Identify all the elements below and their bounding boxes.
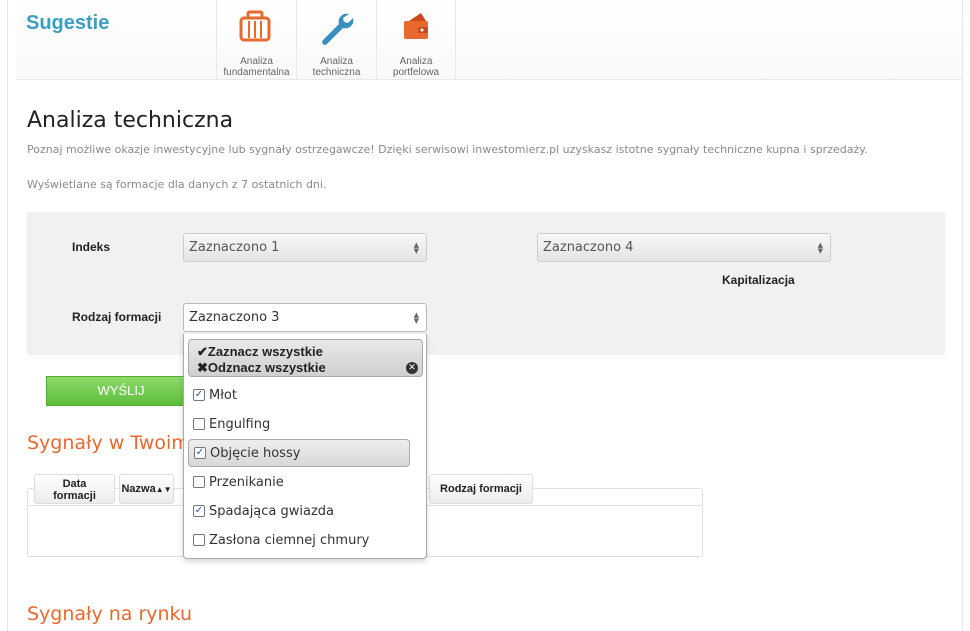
checkbox-checked[interactable]: ✓ [193,505,205,517]
tile-label: Analiza portfelowa [377,56,455,78]
sort-icon: ▲▼ [155,485,172,494]
column-rodzaj-formacji[interactable]: Rodzaj formacji [429,474,533,504]
right-border [962,0,963,631]
option-label: Objęcie hossy [210,446,301,461]
checkbox-checked[interactable]: ✓ [194,447,206,459]
check-icon: ✔ [197,344,208,359]
tile-analiza-portfelowa[interactable]: Analiza portfelowa [376,0,456,80]
checkbox-unchecked[interactable] [193,534,205,546]
send-button[interactable]: WYŚLIJ [46,376,196,406]
option-label: Przenikanie [209,475,284,490]
indeks-select-value: Zaznaczono 1 [189,240,280,255]
tile-label-line1: Analiza [399,56,433,67]
checkbox-unchecked[interactable] [193,476,205,488]
kapitalizacja-select-value: Zaznaczono 4 [543,240,634,255]
brand-title[interactable]: Sugestie [26,12,109,35]
page-title: Analiza techniczna [27,108,234,133]
select-all-label: Zaznacz wszystkie [207,344,323,359]
indeks-select[interactable]: Zaznaczono 1 ▲ ▼ [183,233,427,262]
option-zaslona-ciemnej-chmury[interactable]: Zasłona ciemnej chmury [188,527,410,555]
tile-label-line2: techniczna [312,67,361,78]
column-nazwa[interactable]: Nazwa▲▼ [119,474,174,504]
signals-yours-title: Sygnały w Twoim [27,432,190,454]
select-arrows-icon: ▲ ▼ [413,311,419,325]
rodzaj-formacji-dropdown: ✔Zaznacz wszystkie ✖Odznacz wszystkie ✕ … [183,334,427,559]
filter-panel: Indeks Zaznaczono 1 ▲ ▼ Zaznaczono 4 ▲ ▼ K… [27,212,945,355]
intro-text: Poznaj możliwe okazje inwestycyjne lub s… [27,143,868,156]
cross-icon: ✖ [197,360,208,375]
option-spadajaca-gwiazda[interactable]: ✓ Spadająca gwiazda [188,498,410,526]
option-label: Engulfing [209,417,271,432]
option-objecie-hossy[interactable]: ✓ Objęcie hossy [188,439,410,467]
tile-label-line1: Analiza [240,56,273,67]
rodzaj-formacji-select[interactable]: Zaznaczono 3 ▲ ▼ [183,303,427,332]
rodzaj-formacji-label: Rodzaj formacji [72,310,162,324]
tile-analiza-techniczna[interactable]: Analiza techniczna [296,0,376,80]
data-range-note: Wyświetlane są formacje dla danych z 7 o… [27,178,327,191]
briefcase-icon [239,10,271,42]
analysis-tiles: Analiza fundamentalna Analiza techniczna [216,0,456,80]
rodzaj-formacji-select-value: Zaznaczono 3 [189,310,280,325]
column-data-formacji[interactable]: Data formacji [34,474,115,504]
wallet-icon [404,13,428,39]
column-nazwa-label: Nazwa [121,483,156,495]
tile-label: Analiza fundamentalna [217,56,296,78]
header-bar: Sugestie Analiza fundamentalna Analiza t… [16,0,962,80]
tile-label-line2: portfelowa [392,67,440,78]
deselect-all-link[interactable]: ✖Odznacz wszystkie [197,360,326,376]
page: Sugestie Analiza fundamentalna Analiza t… [0,0,970,631]
select-arrows-icon: ▲ ▼ [817,241,823,255]
option-mlot[interactable]: ✓ Młot [188,382,410,410]
kapitalizacja-label: Kapitalizacja [722,273,795,287]
left-border [7,0,8,631]
indeks-label: Indeks [72,240,111,254]
column-data-label-line2: formacji [53,490,96,502]
tile-label: Analiza techniczna [297,56,376,78]
select-arrows-icon: ▲ ▼ [413,241,419,255]
option-engulfing[interactable]: Engulfing [188,411,410,439]
tile-label-line2: fundamentalna [223,67,290,78]
kapitalizacja-select[interactable]: Zaznaczono 4 ▲ ▼ [537,233,831,262]
select-all-link[interactable]: ✔Zaznacz wszystkie [197,344,323,360]
option-label: Spadająca gwiazda [209,504,335,519]
wrench-icon [322,13,354,45]
option-przenikanie[interactable]: Przenikanie [188,469,410,497]
checkbox-checked[interactable]: ✓ [193,389,205,401]
option-label: Młot [209,388,237,403]
signals-market-title: Sygnały na rynku [27,603,193,625]
deselect-all-label: Odznacz wszystkie [207,360,326,375]
close-icon[interactable]: ✕ [406,362,418,374]
tile-label-line1: Analiza [320,56,353,67]
option-label: Zasłona ciemnej chmury [209,533,370,548]
dropdown-actions: ✔Zaznacz wszystkie ✖Odznacz wszystkie ✕ [188,339,423,377]
tile-analiza-fundamentalna[interactable]: Analiza fundamentalna [216,0,296,80]
column-data-label-line1: Data [62,478,87,490]
checkbox-unchecked[interactable] [193,418,205,430]
